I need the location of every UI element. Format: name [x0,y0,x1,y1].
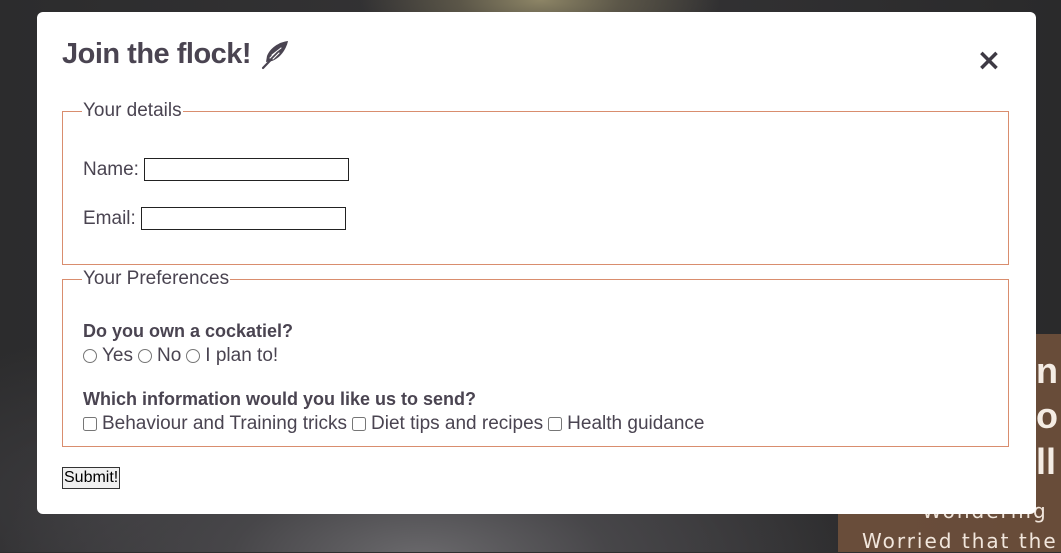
modal-title: Join the flock! [62,38,291,71]
own-plan-radio[interactable] [186,349,201,363]
feather-icon [259,39,291,71]
own-cockatiel-options: Yes No I plan to! [83,345,283,367]
own-option-plan[interactable]: I plan to! [186,345,278,367]
own-plan-label: I plan to! [205,345,279,366]
close-button[interactable]: × [974,46,1004,76]
health-label: Health guidance [567,413,705,434]
submit-button[interactable]: Submit! [62,467,121,489]
own-no-radio[interactable] [138,349,152,363]
own-cockatiel-question: Do you own a cockatiel? [83,321,294,341]
email-input[interactable] [140,207,346,230]
hero-subtext-line-2: Worried that the [862,529,1058,553]
diet-checkbox[interactable] [352,417,367,431]
diet-label: Diet tips and recipes [371,413,544,434]
signup-modal: Join the flock! × Your details Name: Ema… [37,12,1036,514]
email-label: Email: [83,207,136,229]
details-fieldset: Your details Name: Email: [62,100,1009,265]
own-option-no[interactable]: No [138,345,181,367]
email-row: Email: [83,207,346,230]
modal-title-text: Join the flock! [62,38,252,70]
behaviour-checkbox[interactable] [83,417,97,431]
name-label: Name: [83,158,139,180]
name-row: Name: [83,158,349,181]
own-no-label: No [157,345,182,366]
preferences-fieldset: Your Preferences Do you own a cockatiel?… [62,268,1009,447]
info-options: Behaviour and Training tricks Diet tips … [83,413,710,435]
close-icon: × [976,43,1002,78]
hero-heading-line-3: ll [1036,441,1057,482]
hero-heading-line-2: o [1036,395,1058,436]
hero-heading-line-1: n [1036,350,1058,391]
info-question: Which information would you like us to s… [83,389,477,409]
health-checkbox[interactable] [548,417,563,431]
name-input[interactable] [143,158,349,181]
preferences-legend: Your Preferences [83,268,230,289]
own-yes-label: Yes [102,345,133,366]
info-option-behaviour[interactable]: Behaviour and Training tricks [83,413,347,435]
details-legend: Your details [83,100,182,121]
behaviour-label: Behaviour and Training tricks [102,413,348,434]
own-yes-radio[interactable] [83,349,97,363]
own-option-yes[interactable]: Yes [83,345,133,367]
info-option-diet[interactable]: Diet tips and recipes [352,413,543,435]
info-option-health[interactable]: Health guidance [548,413,705,435]
